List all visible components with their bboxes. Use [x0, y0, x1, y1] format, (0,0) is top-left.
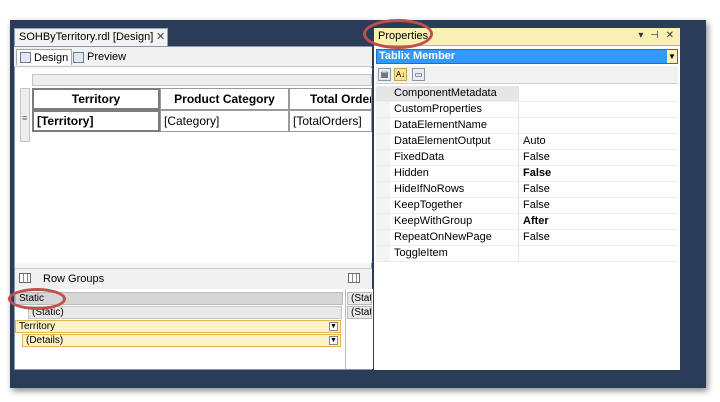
property-row[interactable]: KeepTogether False — [376, 198, 678, 214]
window-buttons[interactable]: ▾ ⊣ ✕ — [638, 30, 676, 41]
callout-properties — [363, 19, 433, 49]
column-handles[interactable] — [32, 74, 372, 86]
property-name: DataElementOutput — [376, 134, 518, 150]
document-tab-title: SOHByTerritory.rdl [Design] — [19, 31, 154, 43]
preview-icon — [73, 51, 84, 63]
property-value[interactable]: After — [518, 214, 678, 230]
property-row[interactable]: RepeatOnNewPage False — [376, 230, 678, 246]
header-cell-category[interactable]: Product Category — [160, 88, 289, 110]
property-pages-icon[interactable]: ▭ — [412, 68, 425, 81]
row-group-territory[interactable]: Territory ▼ — [15, 320, 341, 333]
property-name: Hidden — [376, 166, 518, 182]
designer-view-tabs: Design Preview — [14, 47, 372, 67]
property-value[interactable] — [518, 118, 678, 134]
object-selector[interactable]: Tablix Member ▼ — [376, 49, 678, 64]
row-group-details[interactable]: (Details) ▼ — [22, 334, 341, 347]
tab-preview[interactable]: Preview — [70, 49, 129, 65]
column-group-static[interactable]: (Static) — [347, 306, 372, 319]
properties-toolbar: ▤ A↓ ▭ — [376, 66, 678, 84]
property-name: RepeatOnNewPage — [376, 230, 518, 246]
categorized-icon[interactable]: ▤ — [378, 68, 391, 81]
property-row[interactable]: KeepWithGroup After — [376, 214, 678, 230]
property-row[interactable]: ToggleItem — [376, 246, 678, 262]
property-row[interactable]: ComponentMetadata — [376, 86, 678, 102]
property-value[interactable]: False — [518, 166, 678, 182]
property-name: CustomProperties — [376, 102, 518, 118]
property-value[interactable]: False — [518, 182, 678, 198]
header-cell-total-orders[interactable]: Total Orders — [289, 88, 372, 110]
details-row-icon: ≡ — [22, 113, 28, 123]
callout-static-group — [8, 288, 66, 310]
close-icon[interactable]: ✕ — [156, 30, 165, 43]
design-icon — [20, 52, 31, 63]
property-row[interactable]: CustomProperties — [376, 102, 678, 118]
property-value[interactable] — [518, 86, 678, 102]
chevron-down-icon[interactable]: ▼ — [667, 50, 677, 63]
property-value[interactable]: False — [518, 150, 678, 166]
grouping-pane-header: Row Groups — [15, 268, 372, 289]
property-row[interactable]: FixedData False — [376, 150, 678, 166]
tab-design[interactable]: Design — [16, 49, 73, 65]
property-row[interactable]: HideIfNoRows False — [376, 182, 678, 198]
chevron-down-icon[interactable]: ▼ — [329, 322, 338, 331]
detail-cell-category[interactable]: [Category] — [160, 110, 289, 132]
row-groups-icon — [19, 273, 31, 283]
header-cell-territory[interactable]: Territory — [32, 88, 160, 110]
row-groups-title: Row Groups — [43, 273, 105, 285]
property-value[interactable] — [518, 102, 678, 118]
property-value[interactable]: False — [518, 198, 678, 214]
column-groups-icon — [348, 273, 360, 283]
property-row[interactable]: DataElementName — [376, 118, 678, 134]
property-value[interactable]: Auto — [518, 134, 678, 150]
property-name: FixedData — [376, 150, 518, 166]
document-tab[interactable]: SOHByTerritory.rdl [Design] ✕ — [14, 28, 168, 46]
property-name: HideIfNoRows — [376, 182, 518, 198]
property-name: ComponentMetadata — [376, 86, 518, 102]
tab-design-label: Design — [34, 51, 69, 64]
property-name: KeepTogether — [376, 198, 518, 214]
property-name: ToggleItem — [376, 246, 518, 262]
property-name: KeepWithGroup — [376, 214, 518, 230]
column-group-static[interactable]: (Static) — [347, 292, 372, 305]
tablix[interactable]: ≡ Territory Product Category Total Order… — [20, 74, 372, 144]
object-selector-label: Tablix Member — [379, 50, 456, 62]
tab-preview-label: Preview — [87, 51, 127, 63]
property-row[interactable]: DataElementOutput Auto — [376, 134, 678, 150]
chevron-down-icon[interactable]: ▼ — [329, 336, 338, 345]
property-name: DataElementName — [376, 118, 518, 134]
detail-cell-territory[interactable]: [Territory] — [32, 110, 160, 132]
detail-cell-total-orders[interactable]: [TotalOrders] — [289, 110, 372, 132]
property-value[interactable] — [518, 246, 678, 262]
alphabetical-icon[interactable]: A↓ — [394, 68, 407, 81]
property-row[interactable]: Hidden False — [376, 166, 678, 182]
property-value[interactable]: False — [518, 230, 678, 246]
row-group-label: (Details) — [26, 335, 64, 346]
row-group-label: Territory — [19, 321, 56, 332]
row-group-static-child[interactable]: (Static) — [28, 306, 342, 319]
